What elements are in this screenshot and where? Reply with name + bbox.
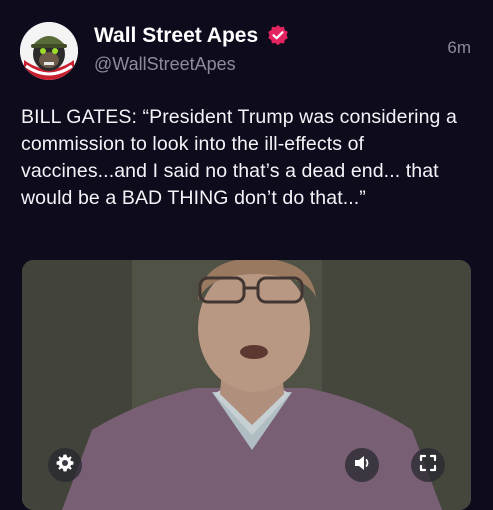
fullscreen-icon bbox=[418, 453, 438, 478]
video-frame bbox=[22, 260, 471, 510]
post-timestamp: 6m bbox=[447, 38, 471, 57]
post-card: Wall Street Apes @WallStreetApes 6m BILL… bbox=[0, 0, 493, 510]
ape-avatar-icon bbox=[20, 22, 78, 80]
author-avatar[interactable] bbox=[20, 22, 78, 80]
post-text: BILL GATES: “President Trump was conside… bbox=[21, 106, 457, 209]
video-fullscreen-button[interactable] bbox=[411, 448, 445, 482]
author-display-name-text: Wall Street Apes bbox=[94, 24, 259, 47]
video-volume-button[interactable] bbox=[345, 448, 379, 482]
author-display-name[interactable]: Wall Street Apes bbox=[94, 24, 290, 48]
video-settings-button[interactable] bbox=[48, 448, 82, 482]
video-player[interactable] bbox=[22, 260, 471, 510]
speaker-icon bbox=[352, 453, 372, 478]
gear-icon bbox=[55, 453, 75, 478]
author-handle[interactable]: @WallStreetApes bbox=[94, 54, 236, 75]
verified-badge-icon bbox=[266, 24, 290, 48]
